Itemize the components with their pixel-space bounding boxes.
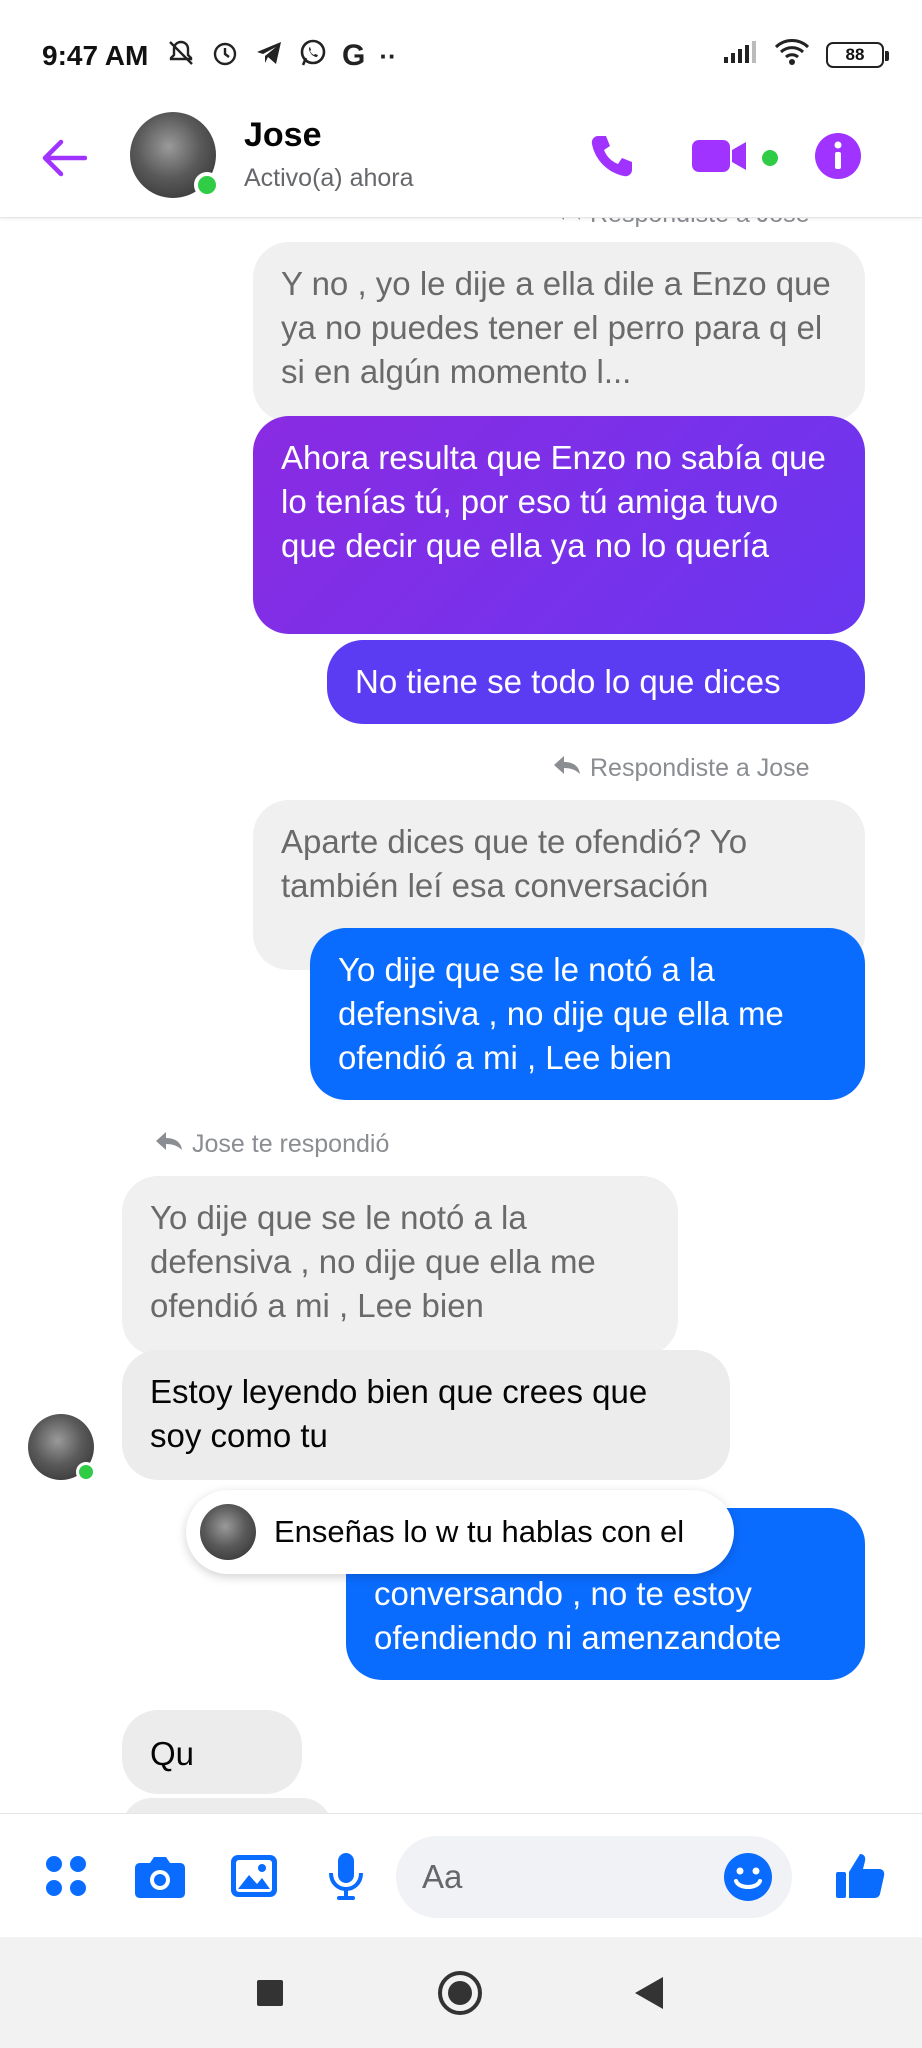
like-button[interactable]: [828, 1844, 892, 1908]
received-message[interactable]: Qu: [122, 1710, 302, 1794]
back-nav-button[interactable]: [620, 1965, 676, 2021]
thumbs-up-icon: [836, 1854, 885, 1898]
reply-note-text: Respondiste a Jose: [590, 218, 810, 229]
toast-text: Enseñas lo w tu hablas con el: [274, 1514, 685, 1549]
quoted-message[interactable]: Yo dije que se le notó a la defensiva , …: [122, 1176, 678, 1356]
alarm-icon: [210, 38, 240, 74]
more-actions-button[interactable]: [34, 1844, 98, 1908]
contact-name[interactable]: Jose: [244, 116, 322, 155]
info-button[interactable]: [808, 126, 868, 186]
triangle-back-icon: [635, 1977, 663, 2009]
audio-call-button[interactable]: [582, 126, 642, 186]
whatsapp-icon: [298, 38, 328, 74]
system-nav-bar: [0, 1937, 922, 2048]
info-icon: [815, 133, 861, 179]
reply-arrow-icon: [154, 1130, 184, 1159]
new-message-toast[interactable]: Enseñas lo w tu hablas con el: [186, 1490, 734, 1574]
camera-icon: [135, 1857, 185, 1898]
received-message-partial[interactable]: [122, 1798, 332, 1813]
back-arrow-icon: [42, 139, 87, 177]
sender-avatar[interactable]: [28, 1414, 96, 1482]
battery-icon: 88: [826, 41, 889, 68]
wifi-icon: [774, 38, 810, 71]
online-indicator: [194, 172, 220, 198]
more-dots-icon: ··: [379, 41, 397, 71]
status-time: 9:47 AM: [42, 40, 149, 71]
google-icon: G: [342, 39, 366, 72]
reply-arrow-icon: [552, 218, 582, 229]
video-camera-icon: [692, 140, 746, 172]
video-call-button[interactable]: [690, 126, 780, 186]
reply-note: Jose te respondió: [154, 1130, 389, 1159]
smiley-icon: [724, 1853, 772, 1901]
toast-avatar: [200, 1504, 256, 1560]
reply-note: Respondiste a Jose: [552, 754, 810, 783]
contact-status: Activo(a) ahora: [244, 164, 414, 192]
reply-arrow-icon: [552, 754, 582, 783]
message-composer: Aa: [0, 1813, 922, 1937]
emoji-button[interactable]: [720, 1849, 776, 1905]
camera-button[interactable]: [128, 1844, 192, 1908]
contact-avatar[interactable]: [130, 112, 220, 198]
conversation-header: Jose Activo(a) ahora: [0, 100, 922, 218]
voice-record-button[interactable]: [314, 1844, 378, 1908]
apps-grid-icon: [46, 1856, 86, 1896]
phone-icon: [591, 136, 632, 177]
recents-button[interactable]: [242, 1965, 298, 2021]
notification-icons: G ··: [166, 38, 397, 74]
gallery-button[interactable]: [222, 1844, 286, 1908]
square-icon: [257, 1980, 283, 2006]
back-button[interactable]: [36, 130, 92, 186]
message-input[interactable]: Aa: [396, 1836, 792, 1918]
sent-message[interactable]: Yo dije que se le notó a la defensiva , …: [310, 928, 865, 1100]
message-input-placeholder: Aa: [422, 1858, 463, 1895]
home-button[interactable]: [432, 1965, 488, 2021]
reply-note-text: Jose te respondió: [192, 1130, 390, 1158]
signal-icon: [722, 39, 758, 70]
quoted-message[interactable]: Y no , yo le dije a ella dile a Enzo que…: [253, 242, 865, 422]
received-message[interactable]: Estoy leyendo bien que crees que soy com…: [122, 1350, 730, 1480]
system-indicators: 88: [722, 38, 889, 71]
status-bar: 9:47 AM G ·· 88: [0, 0, 922, 100]
microphone-icon: [329, 1853, 363, 1900]
reply-note: Respondiste a Jose: [552, 218, 810, 229]
image-icon: [231, 1855, 277, 1897]
video-active-dot: [762, 150, 778, 166]
telegram-icon: [254, 38, 284, 74]
online-indicator: [76, 1462, 96, 1482]
home-circle-icon: [438, 1971, 482, 2015]
mute-icon: [166, 38, 196, 74]
sent-message[interactable]: No tiene se todo lo que dices: [327, 640, 865, 724]
sent-message[interactable]: Ahora resulta que Enzo no sabía que lo t…: [253, 416, 865, 634]
reply-note-text: Respondiste a Jose: [590, 754, 810, 782]
